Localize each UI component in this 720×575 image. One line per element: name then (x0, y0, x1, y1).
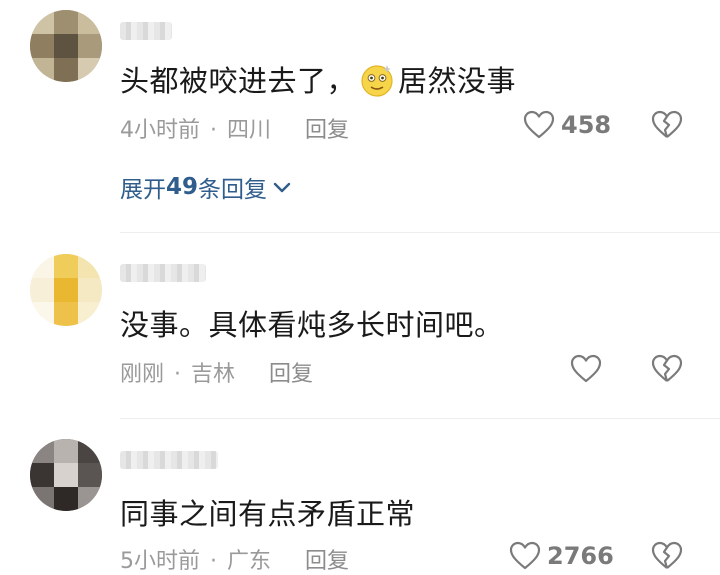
comment-meta: 5小时前 · 广东 回复 (120, 543, 349, 575)
expand-prefix: 展开 (120, 177, 166, 203)
avatar[interactable] (30, 439, 102, 511)
broken-heart-icon (651, 110, 683, 138)
heart-icon (509, 541, 541, 570)
comment-text: 头都被咬进去了， 居然没事 (120, 58, 516, 100)
reply-button[interactable]: 回复 (269, 362, 313, 387)
reply-button[interactable]: 回复 (305, 118, 349, 143)
like-button[interactable]: 458 (523, 110, 611, 140)
like-button[interactable] (570, 354, 602, 384)
username-blurred[interactable] (120, 22, 172, 40)
comment-location: 广东 (227, 549, 272, 574)
dislike-button[interactable] (651, 541, 683, 575)
expand-replies-button[interactable]: 展开 49 条回复 (120, 170, 293, 204)
avatar[interactable] (30, 254, 102, 326)
comment-time: 刚刚 (120, 362, 165, 387)
dislike-button[interactable] (651, 110, 683, 144)
avatar[interactable] (30, 10, 102, 82)
comment-text-part: 头都被咬进去了， (120, 64, 357, 98)
expand-suffix: 条回复 (198, 177, 268, 203)
dizzy-face-emoji (361, 65, 393, 97)
separator-dot: · (174, 362, 182, 387)
divider (120, 232, 720, 233)
comment-item: 头都被咬进去了， 居然没事 4小时前 · 四川 回复 458 展开 49 条回复 (0, 0, 720, 230)
like-count: 458 (561, 111, 612, 139)
username-blurred[interactable] (120, 451, 218, 469)
heart-icon (570, 354, 602, 383)
heart-icon (523, 110, 555, 139)
comment-text: 同事之间有点矛盾正常 (120, 497, 416, 531)
comment-item: 同事之间有点矛盾正常 5小时前 · 广东 回复 2766 (0, 425, 720, 575)
broken-heart-icon (651, 354, 683, 382)
like-count: 2766 (547, 542, 614, 570)
divider (120, 418, 720, 419)
chevron-down-icon (273, 182, 291, 193)
username-blurred[interactable] (120, 264, 206, 282)
comment-time: 4小时前 (120, 118, 200, 143)
comment-text: 没事。具体看炖多长时间吧。 (120, 308, 504, 342)
comment-location: 四川 (227, 118, 272, 143)
broken-heart-icon (651, 541, 683, 569)
separator-dot: · (210, 549, 217, 574)
reply-count: 49 (166, 174, 199, 200)
dislike-button[interactable] (651, 354, 683, 388)
like-button[interactable]: 2766 (509, 541, 614, 571)
comment-time: 5小时前 (120, 549, 200, 574)
comment-meta: 刚刚 · 吉林 回复 (120, 356, 313, 388)
comment-meta: 4小时前 · 四川 回复 (120, 112, 349, 144)
comment-location: 吉林 (191, 362, 236, 387)
comment-item: 没事。具体看炖多长时间吧。 刚刚 · 吉林 回复 (0, 240, 720, 410)
reply-button[interactable]: 回复 (305, 549, 349, 574)
separator-dot: · (210, 118, 217, 143)
comment-text-part: 居然没事 (398, 64, 517, 98)
